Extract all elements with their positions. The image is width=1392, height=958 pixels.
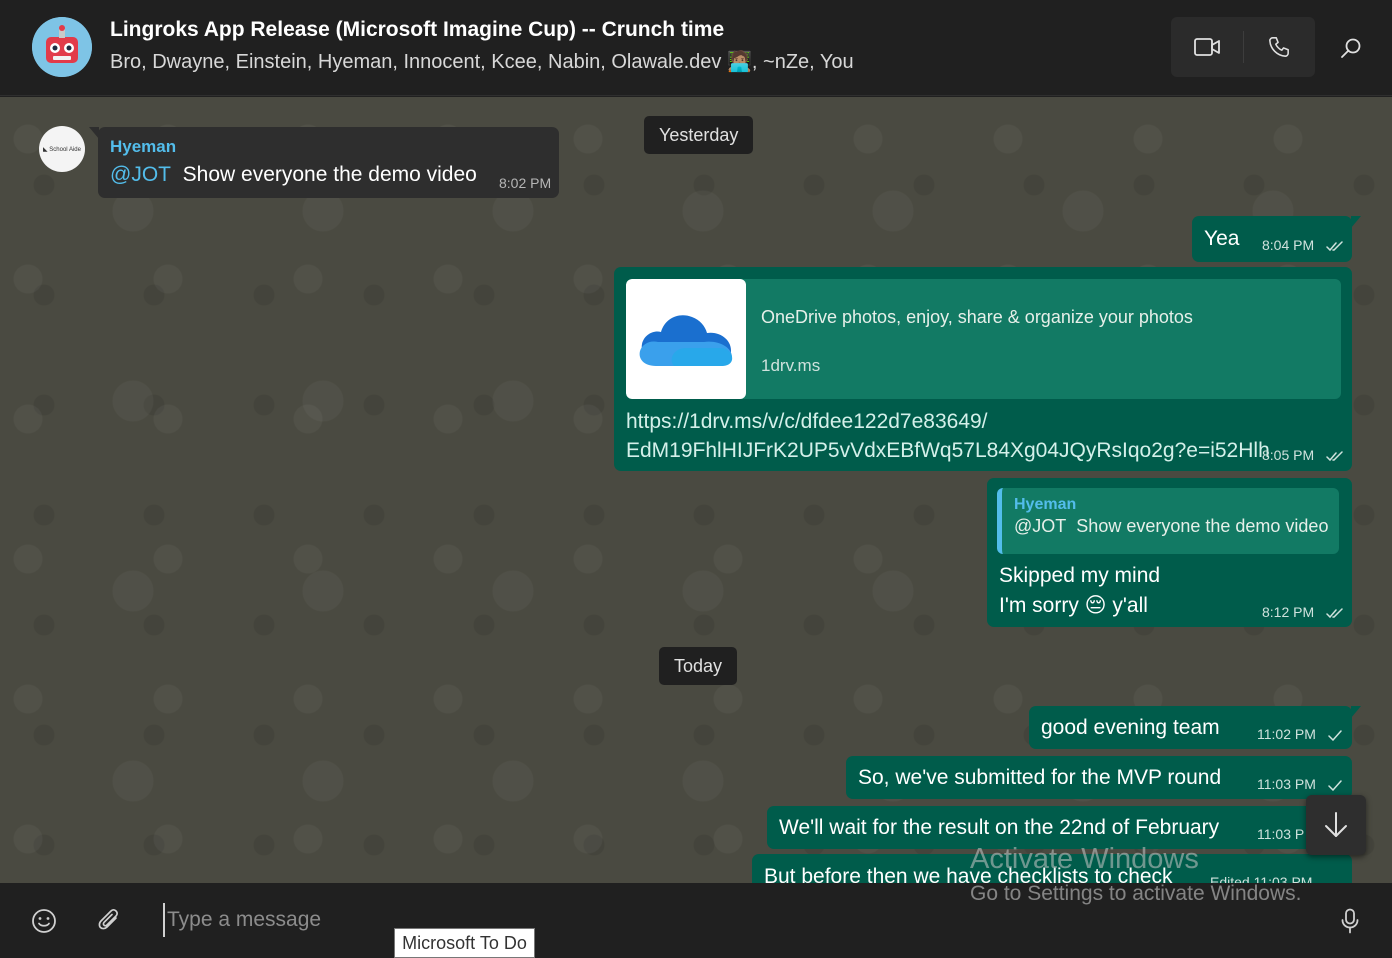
- message-text: @JOT Show everyone the demo video: [110, 163, 477, 187]
- message-text-line2: I'm sorry 😔 y'all: [999, 593, 1148, 618]
- message-body: Show everyone the demo video: [182, 163, 477, 186]
- emoji-button[interactable]: [24, 901, 64, 941]
- scroll-to-bottom-button[interactable]: [1306, 795, 1366, 855]
- attach-button[interactable]: [89, 901, 129, 941]
- link-preview[interactable]: OneDrive photos, enjoy, share & organize…: [626, 279, 1341, 399]
- double-check-icon: [1326, 241, 1343, 251]
- double-check-icon: [1326, 608, 1343, 618]
- link-domain: 1drv.ms: [761, 356, 821, 375]
- message-time: 11:03 PM: [1257, 776, 1316, 792]
- quoted-sender: Hyeman: [1014, 496, 1077, 513]
- message-text: So, we've submitted for the MVP round: [858, 766, 1222, 789]
- message-text: We'll wait for the result on the 22nd of…: [779, 816, 1220, 839]
- microphone-icon: [1341, 908, 1359, 934]
- voice-message-button[interactable]: [1330, 901, 1370, 941]
- double-check-icon: [1326, 451, 1343, 461]
- members-text-end: , ~nZe, You: [751, 51, 854, 73]
- chat-members[interactable]: Bro, Dwayne, Einstein, Hyeman, Innocent,…: [110, 49, 854, 74]
- message-time: 8:05 PM: [1262, 447, 1315, 463]
- onedrive-cloud-icon: [639, 315, 733, 366]
- message-time: 8:12 PM: [1262, 604, 1315, 620]
- pensive-emoji: 😔: [1084, 594, 1107, 617]
- check-icon: [1328, 730, 1342, 741]
- message-meta: 8:05 PM: [1262, 447, 1344, 463]
- robot-icon: [32, 17, 92, 77]
- paperclip-icon: [98, 909, 118, 930]
- message-outgoing-link[interactable]: OneDrive photos, enjoy, share & organize…: [614, 267, 1352, 471]
- message-outgoing[interactable]: good evening team 11:02 PM: [1029, 706, 1361, 749]
- message-outgoing-reply[interactable]: Hyeman @JOT Show everyone the demo video…: [987, 478, 1352, 627]
- message-outgoing[interactable]: Yea 8:04 PM: [1192, 216, 1361, 262]
- message-time: 8:02 PM: [499, 175, 552, 191]
- activation-watermark-title: Activate Windows: [970, 843, 1199, 875]
- schoolaide-logo: ◣ School Aide: [43, 146, 81, 153]
- taskbar-tooltip: Microsoft To Do: [394, 928, 535, 958]
- message-list[interactable]: Yesterday ◣ School Aide Hyeman @JOT Show…: [0, 97, 1392, 883]
- search-icon: [1341, 38, 1361, 58]
- arrow-down-icon: [1325, 812, 1347, 837]
- group-avatar[interactable]: [32, 17, 92, 77]
- quoted-message[interactable]: Hyeman @JOT Show everyone the demo video: [997, 488, 1339, 554]
- message-input[interactable]: Type a message: [163, 903, 963, 937]
- smiley-icon: [32, 909, 56, 933]
- message-time: 11:02 PM: [1257, 726, 1316, 742]
- video-call-icon: [1194, 38, 1220, 56]
- sender-avatar[interactable]: ◣ School Aide: [39, 126, 85, 172]
- message-meta: 8:12 PM: [1262, 604, 1344, 620]
- message-meta: 11:03 PM: [1257, 776, 1342, 792]
- activation-watermark-text: Go to Settings to activate Windows.: [970, 882, 1302, 905]
- url-line[interactable]: EdM19FhlHIJFrK2UP5vVdxEBfWq57L84Xg04JQyR…: [626, 436, 1270, 465]
- quoted-text: @JOT Show everyone the demo video: [1014, 516, 1329, 537]
- message-meta: 11:02 PM: [1257, 726, 1342, 742]
- members-emoji: 🧑🏽‍💻: [727, 51, 752, 73]
- quoted-body: Show everyone the demo video: [1076, 516, 1329, 536]
- message-outgoing[interactable]: So, we've submitted for the MVP round 11…: [846, 756, 1352, 799]
- message-text: I'm sorry: [999, 594, 1085, 617]
- check-icon: [1328, 780, 1342, 791]
- message-text: y'all: [1106, 594, 1148, 617]
- message-time: 8:04 PM: [1262, 237, 1315, 253]
- call-buttons: [1171, 17, 1315, 77]
- onedrive-thumbnail: [626, 279, 746, 399]
- message-incoming[interactable]: Hyeman @JOT Show everyone the demo video…: [89, 127, 559, 198]
- search-button[interactable]: [1330, 27, 1372, 69]
- message-text: Skipped my mind: [999, 564, 1161, 587]
- mention[interactable]: @JOT: [110, 163, 171, 186]
- message-time: 11:03 P: [1257, 826, 1305, 842]
- message-meta: 8:04 PM: [1262, 237, 1344, 253]
- message-text: Yea: [1204, 227, 1240, 250]
- voice-call-button[interactable]: [1243, 17, 1315, 77]
- message-text: good evening team: [1041, 716, 1220, 739]
- url-line[interactable]: https://1drv.ms/v/c/dfdee122d7e83649/: [626, 407, 1270, 436]
- quoted-mention: @JOT: [1014, 516, 1067, 536]
- members-text: Bro, Dwayne, Einstein, Hyeman, Innocent,…: [110, 51, 722, 73]
- message-url[interactable]: https://1drv.ms/v/c/dfdee122d7e83649/ Ed…: [626, 407, 1270, 465]
- message-sender[interactable]: Hyeman: [110, 137, 176, 157]
- voice-call-icon: [1269, 37, 1289, 57]
- video-call-button[interactable]: [1171, 17, 1243, 77]
- link-title[interactable]: OneDrive photos, enjoy, share & organize…: [761, 307, 1193, 328]
- chat-title[interactable]: Lingroks App Release (Microsoft Imagine …: [110, 18, 724, 42]
- date-divider-today: Today: [659, 647, 738, 685]
- chat-header: Lingroks App Release (Microsoft Imagine …: [0, 0, 1392, 96]
- date-divider-yesterday: Yesterday: [644, 116, 754, 154]
